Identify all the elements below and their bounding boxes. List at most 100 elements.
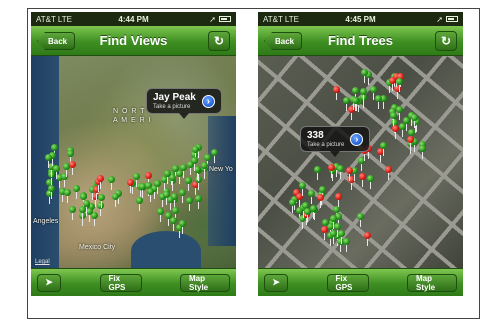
red-map-pin-icon[interactable] [407,136,414,150]
callout-title: Jay Peak [153,91,196,103]
green-map-pin-icon[interactable] [98,194,105,208]
green-map-pin-icon[interactable] [48,185,55,199]
location-arrow-icon: ➚ [209,14,216,24]
back-button[interactable]: Back [37,32,76,50]
green-map-pin-icon[interactable] [179,189,186,203]
green-map-pin-icon[interactable] [330,215,337,229]
red-map-pin-icon[interactable] [385,166,392,180]
green-map-pin-icon[interactable] [380,142,387,156]
green-map-pin-icon[interactable] [310,205,317,219]
green-map-pin-icon[interactable] [361,69,368,83]
map-view[interactable]: 338 Take a picture › [258,56,463,268]
green-map-pin-icon[interactable] [314,166,321,180]
red-map-pin-icon[interactable] [392,125,399,139]
green-map-pin-icon[interactable] [375,95,382,109]
green-map-pin-icon[interactable] [164,170,171,184]
callout-title: 338 [307,129,324,141]
disclosure-chevron-icon[interactable]: › [201,94,215,108]
green-map-pin-icon[interactable] [179,220,186,234]
map-label-north: N O R T [113,108,146,115]
map-label-angeles: Angeles [33,218,59,225]
green-map-pin-icon[interactable] [411,114,418,128]
green-map-pin-icon[interactable] [170,217,177,231]
green-map-pin-icon[interactable] [352,97,359,111]
phone-screen-find-views: AT&T LTE 4:44 PM ➚ Back Find Views ↻ N O… [31,12,236,296]
red-map-pin-icon[interactable] [335,193,342,207]
red-map-pin-icon[interactable] [328,164,335,178]
green-map-pin-icon[interactable] [289,199,296,213]
red-map-pin-icon[interactable] [321,226,328,240]
green-map-pin-icon[interactable] [337,165,344,179]
green-map-pin-icon[interactable] [299,182,306,196]
green-map-pin-icon[interactable] [191,157,198,171]
red-map-pin-icon[interactable] [346,167,353,181]
page-title: Find Views [99,33,168,48]
green-map-pin-icon[interactable] [73,185,80,199]
green-map-pin-icon[interactable] [112,193,119,207]
map-style-button[interactable]: Map Style [407,273,457,292]
green-map-pin-icon[interactable] [195,195,202,209]
disclosure-chevron-icon[interactable]: › [350,132,364,146]
green-map-pin-icon[interactable] [308,190,315,204]
map-label-america: A M E R I [113,117,152,124]
green-map-pin-icon[interactable] [185,177,192,191]
red-map-pin-icon[interactable] [333,86,340,100]
green-map-pin-icon[interactable] [201,162,208,176]
green-map-pin-icon[interactable] [186,197,193,211]
green-map-pin-icon[interactable] [53,165,60,179]
red-map-pin-icon[interactable] [389,77,396,91]
green-map-pin-icon[interactable] [163,191,170,205]
refresh-icon: ↻ [213,34,225,48]
clock: 4:44 PM [118,14,149,24]
green-map-pin-icon[interactable] [171,193,178,207]
green-map-pin-icon[interactable] [63,163,70,177]
green-map-pin-icon[interactable] [147,188,154,202]
refresh-button[interactable]: ↻ [208,31,230,51]
green-map-pin-icon[interactable] [396,78,403,92]
green-map-pin-icon[interactable] [396,106,403,120]
locate-button[interactable]: ➤ [37,273,61,292]
fix-gps-button[interactable]: Fix GPS [99,273,142,292]
carrier-label: AT&T LTE [263,14,300,24]
green-map-pin-icon[interactable] [136,197,143,211]
map-label-mexico-city: Mexico City [79,244,116,251]
green-map-pin-icon[interactable] [419,145,426,159]
map-label-new-york: New Yo [209,166,233,173]
navigation-bar: Back Find Views ↻ [31,26,236,56]
ocean-area [208,116,236,246]
red-map-pin-icon[interactable] [69,161,76,175]
green-map-pin-icon[interactable] [157,208,164,222]
map-style-button[interactable]: Map Style [180,273,230,292]
green-map-pin-icon[interactable] [108,176,115,190]
callout-subtitle: Take a picture [153,103,191,110]
green-map-pin-icon[interactable] [211,149,218,163]
green-map-pin-icon[interactable] [357,213,364,227]
green-map-pin-icon[interactable] [343,238,350,252]
locate-button[interactable]: ➤ [264,273,288,292]
location-arrow-icon: ➚ [436,14,443,24]
fix-gps-button[interactable]: Fix GPS [326,273,369,292]
green-map-pin-icon[interactable] [367,175,374,189]
map-callout[interactable]: Jay Peak Take a picture › [146,88,222,119]
back-button[interactable]: Back [264,32,303,50]
green-map-pin-icon[interactable] [79,206,86,220]
red-map-pin-icon[interactable] [97,175,104,189]
location-arrow-icon: ➤ [272,277,280,287]
callout-subtitle: Take a picture [307,141,345,148]
red-map-pin-icon[interactable] [364,232,371,246]
status-bar: AT&T LTE 4:44 PM ➚ [31,12,236,26]
map-callout[interactable]: 338 Take a picture › [300,126,371,157]
red-map-pin-icon[interactable] [317,194,324,208]
legal-link[interactable]: Legal [35,259,50,265]
green-map-pin-icon[interactable] [399,123,406,137]
map-view[interactable]: N O R T A M E R I Angeles New Yo Mexico … [31,56,236,268]
green-map-pin-icon[interactable] [45,154,52,168]
green-map-pin-icon[interactable] [154,180,161,194]
bottom-toolbar: ➤ Fix GPS Map Style [258,268,463,296]
red-map-pin-icon[interactable] [359,173,366,187]
green-map-pin-icon[interactable] [390,112,397,126]
green-map-pin-icon[interactable] [64,189,71,203]
gulf-area [131,231,201,268]
refresh-button[interactable]: ↻ [435,31,457,51]
green-map-pin-icon[interactable] [69,206,76,220]
